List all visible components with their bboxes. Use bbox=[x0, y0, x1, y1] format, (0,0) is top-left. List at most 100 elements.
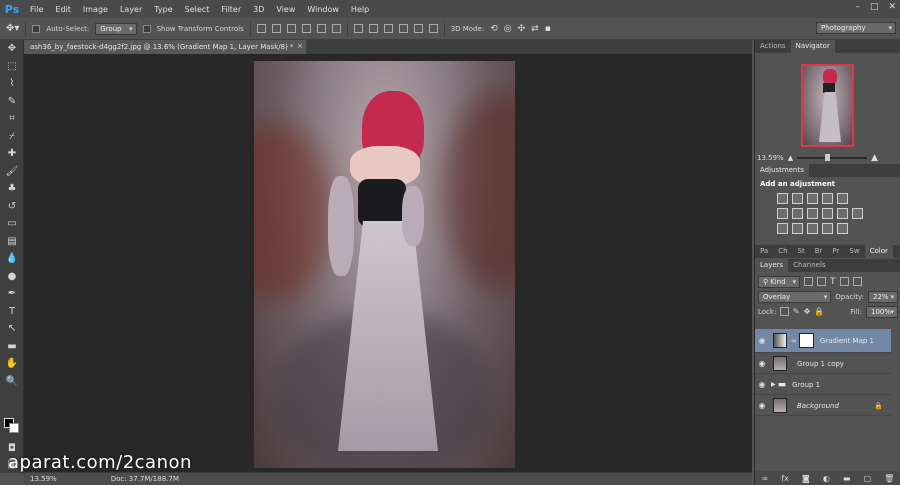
brightness-contrast-icon[interactable] bbox=[777, 193, 788, 204]
visibility-eye-icon[interactable]: ◉ bbox=[755, 401, 769, 410]
close-window-button[interactable]: ✕ bbox=[888, 2, 896, 12]
layer-mask-thumbnail[interactable] bbox=[798, 333, 814, 348]
tab-layers[interactable]: Layers bbox=[755, 259, 789, 272]
restore-button[interactable]: □ bbox=[870, 2, 879, 12]
tab-swatches[interactable]: Sw bbox=[844, 245, 864, 258]
blur-tool-icon[interactable]: 💧 bbox=[0, 250, 24, 268]
menu-layer[interactable]: Layer bbox=[114, 5, 148, 14]
distribute-vcenter-icon[interactable] bbox=[368, 24, 378, 33]
lock-transparent-icon[interactable] bbox=[780, 307, 789, 316]
visibility-eye-icon[interactable]: ◉ bbox=[755, 380, 769, 389]
menu-view[interactable]: View bbox=[270, 5, 301, 14]
lock-all-icon[interactable]: 🔒 bbox=[814, 307, 824, 316]
type-tool-icon[interactable]: T bbox=[0, 303, 24, 321]
black-white-icon[interactable] bbox=[807, 208, 818, 219]
menu-edit[interactable]: Edit bbox=[49, 5, 77, 14]
blend-mode-dropdown[interactable]: Overlay bbox=[758, 290, 832, 303]
align-left-icon[interactable] bbox=[301, 24, 311, 33]
tab-actions[interactable]: Actions bbox=[755, 40, 791, 53]
zoom-in-icon[interactable]: ▲ bbox=[871, 153, 878, 163]
filter-shape-icon[interactable] bbox=[839, 277, 849, 286]
auto-select-checkbox[interactable] bbox=[32, 24, 41, 33]
tab-brush[interactable]: Br bbox=[810, 245, 828, 258]
quick-select-tool-icon[interactable]: ✎ bbox=[0, 93, 24, 111]
layer-filter-dropdown[interactable]: ⚲ Kind bbox=[758, 275, 800, 288]
lock-position-icon[interactable]: ✥ bbox=[804, 307, 811, 316]
filter-pixel-icon[interactable] bbox=[804, 277, 813, 286]
zoom-out-icon[interactable]: ▲ bbox=[788, 154, 793, 162]
link-layers-icon[interactable]: ∞ bbox=[762, 474, 769, 483]
link-chain-icon[interactable]: ∞ bbox=[791, 337, 797, 345]
healing-brush-tool-icon[interactable]: ✚ bbox=[0, 145, 24, 163]
menu-filter[interactable]: Filter bbox=[215, 5, 247, 14]
levels-icon[interactable] bbox=[792, 193, 803, 204]
document-tab[interactable]: ash36_by_faestock-d4gg2f2.jpg @ 13.6% (G… bbox=[24, 40, 306, 54]
new-layer-icon[interactable]: ▢ bbox=[864, 474, 872, 483]
hand-tool-icon[interactable]: ✋ bbox=[0, 355, 24, 373]
tab-navigator[interactable]: Navigator bbox=[790, 40, 835, 53]
tab-character[interactable]: Ch bbox=[773, 245, 792, 258]
tab-styles[interactable]: St bbox=[793, 245, 810, 258]
distribute-right-icon[interactable] bbox=[428, 24, 438, 33]
brush-tool-icon[interactable]: 🖌 bbox=[0, 163, 24, 181]
align-vcenter-icon[interactable] bbox=[271, 24, 281, 33]
3d-roll-icon[interactable]: ◎ bbox=[504, 24, 512, 34]
visibility-eye-icon[interactable]: ◉ bbox=[755, 359, 769, 368]
crop-tool-icon[interactable]: ⌗ bbox=[0, 110, 24, 128]
dodge-tool-icon[interactable]: ● bbox=[0, 268, 24, 286]
minimize-button[interactable]: – bbox=[855, 2, 860, 12]
navigator-zoom-slider[interactable] bbox=[797, 154, 868, 161]
layer-background[interactable]: ◉ Background 🔒 bbox=[755, 396, 891, 416]
eyedropper-tool-icon[interactable]: ⌿ bbox=[0, 128, 24, 146]
menu-select[interactable]: Select bbox=[179, 5, 216, 14]
workspace-dropdown[interactable]: Photography bbox=[816, 22, 896, 34]
color-lookup-icon[interactable] bbox=[852, 208, 863, 219]
menu-file[interactable]: File bbox=[24, 5, 49, 14]
navigator-zoom-value[interactable]: 13.59% bbox=[757, 154, 784, 162]
path-selection-tool-icon[interactable]: ↖ bbox=[0, 320, 24, 338]
menu-type[interactable]: Type bbox=[148, 5, 178, 14]
3d-orbit-icon[interactable]: ⟲ bbox=[490, 24, 498, 34]
3d-slide-icon[interactable]: ⇄ bbox=[531, 24, 539, 34]
3d-pan-icon[interactable]: ✣ bbox=[518, 24, 526, 34]
auto-select-dropdown[interactable]: Group bbox=[95, 22, 137, 35]
tab-color[interactable]: Color bbox=[864, 245, 893, 258]
move-tool-preset-icon[interactable]: ✥▾ bbox=[6, 23, 19, 34]
layer-style-icon[interactable]: fx bbox=[781, 474, 789, 483]
zoom-tool-icon[interactable]: 🔍 bbox=[0, 373, 24, 391]
invert-icon[interactable] bbox=[777, 223, 788, 234]
color-balance-icon[interactable] bbox=[792, 208, 803, 219]
marquee-tool-icon[interactable]: ⬚ bbox=[0, 58, 24, 76]
lasso-tool-icon[interactable]: ⌇ bbox=[0, 75, 24, 93]
tab-paths[interactable]: Pa bbox=[755, 245, 773, 258]
show-transform-checkbox[interactable] bbox=[142, 24, 151, 33]
filter-adjustment-icon[interactable] bbox=[817, 277, 826, 286]
color-swatches[interactable] bbox=[4, 418, 20, 434]
history-brush-tool-icon[interactable]: ↺ bbox=[0, 198, 24, 216]
gradient-tool-icon[interactable]: ▤ bbox=[0, 233, 24, 251]
layer-group-1-copy[interactable]: ◉ Group 1 copy bbox=[755, 354, 891, 374]
menu-image[interactable]: Image bbox=[77, 5, 114, 14]
channel-mixer-icon[interactable] bbox=[837, 208, 848, 219]
status-zoom[interactable]: 13.59% bbox=[30, 475, 57, 483]
eraser-tool-icon[interactable]: ▭ bbox=[0, 215, 24, 233]
visibility-eye-icon[interactable]: ◉ bbox=[755, 336, 769, 345]
menu-help[interactable]: Help bbox=[345, 5, 375, 14]
clone-stamp-tool-icon[interactable]: ♣ bbox=[0, 180, 24, 198]
vibrance-icon[interactable] bbox=[837, 193, 848, 204]
gradient-map-icon[interactable] bbox=[822, 223, 833, 234]
align-right-icon[interactable] bbox=[331, 24, 341, 33]
layer-group-1[interactable]: ◉ ▶ ▬ Group 1 bbox=[755, 375, 891, 395]
curves-icon[interactable] bbox=[807, 193, 818, 204]
align-hcenter-icon[interactable] bbox=[316, 24, 326, 33]
distribute-hcenter-icon[interactable] bbox=[413, 24, 423, 33]
menu-3d[interactable]: 3D bbox=[247, 5, 270, 14]
distribute-bottom-icon[interactable] bbox=[383, 24, 393, 33]
expand-triangle-icon[interactable]: ▶ bbox=[771, 381, 776, 388]
exposure-icon[interactable] bbox=[822, 193, 833, 204]
distribute-left-icon[interactable] bbox=[398, 24, 408, 33]
layer-gradient-map[interactable]: ◉ ∞ Gradient Map 1 bbox=[755, 329, 891, 353]
delete-layer-icon[interactable]: 🗑 bbox=[884, 474, 894, 483]
menu-window[interactable]: Window bbox=[301, 5, 345, 14]
move-tool-icon[interactable]: ✥ bbox=[0, 40, 24, 58]
